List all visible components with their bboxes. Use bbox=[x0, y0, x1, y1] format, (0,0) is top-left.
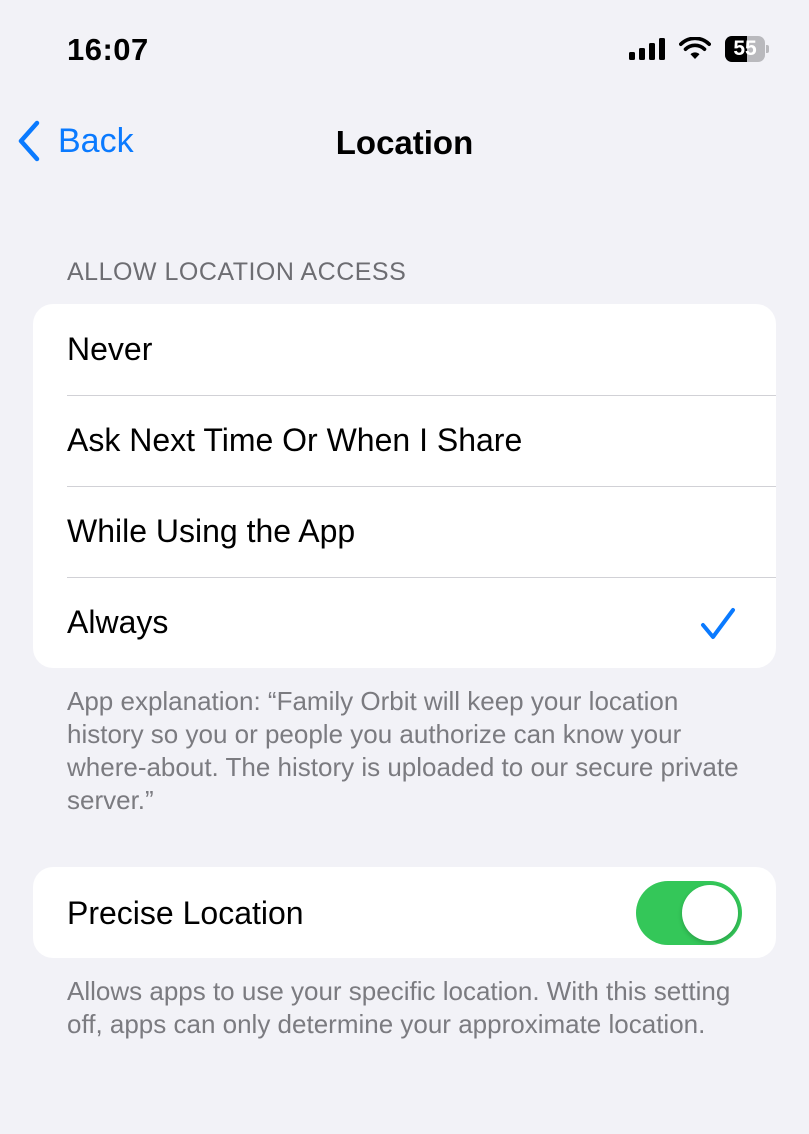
battery-level: 55 bbox=[733, 37, 757, 60]
cellular-signal-icon bbox=[629, 38, 665, 60]
precise-location-group: Precise Location bbox=[33, 867, 776, 958]
option-while-using[interactable]: While Using the App bbox=[33, 486, 776, 577]
precise-location-toggle[interactable] bbox=[636, 881, 742, 945]
precise-location-label: Precise Location bbox=[67, 895, 304, 931]
battery-icon: 55 bbox=[725, 36, 769, 62]
precise-location-row: Precise Location bbox=[33, 867, 776, 958]
wifi-icon bbox=[679, 37, 711, 59]
option-label: While Using the App bbox=[67, 513, 356, 549]
precise-location-footer: Allows apps to use your specific locatio… bbox=[67, 976, 731, 1039]
section-header-location-access: ALLOW LOCATION ACCESS bbox=[67, 258, 407, 286]
option-label: Ask Next Time Or When I Share bbox=[67, 422, 523, 458]
option-ask-next-time[interactable]: Ask Next Time Or When I Share bbox=[33, 395, 776, 486]
page-title: Location bbox=[335, 124, 474, 161]
status-bar: 16:07 55 bbox=[0, 0, 809, 100]
option-never[interactable]: Never bbox=[33, 304, 776, 395]
status-time: 16:07 bbox=[67, 32, 149, 67]
status-icons: 55 bbox=[629, 36, 769, 62]
navigation-bar: Back Location bbox=[0, 100, 809, 188]
checkmark-icon bbox=[701, 608, 735, 639]
option-always[interactable]: Always bbox=[33, 577, 776, 668]
option-label: Always bbox=[67, 604, 169, 640]
toggle-knob bbox=[682, 885, 738, 941]
app-explanation: App explanation: “Family Orbit will keep… bbox=[67, 686, 739, 815]
location-access-options: Never Ask Next Time Or When I Share Whil… bbox=[33, 304, 776, 668]
option-label: Never bbox=[67, 331, 153, 367]
